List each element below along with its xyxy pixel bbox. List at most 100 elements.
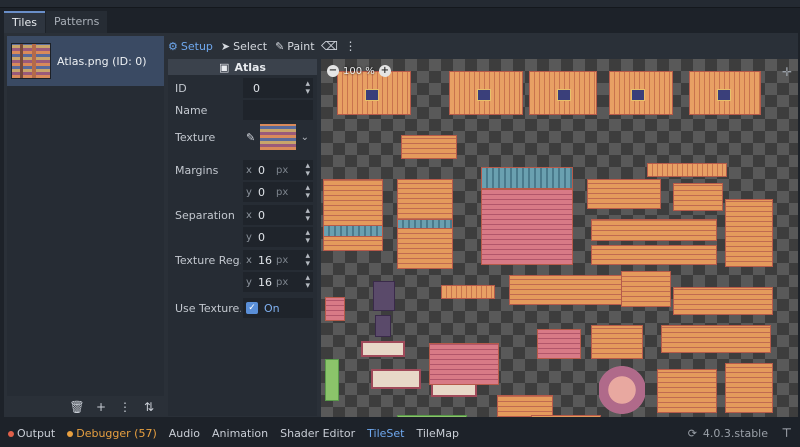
axis-y-label: y (246, 276, 252, 288)
tile[interactable] (587, 179, 661, 209)
axis-x-label: x (246, 164, 252, 176)
tile[interactable] (591, 245, 717, 265)
tile[interactable] (477, 89, 491, 101)
tile[interactable] (725, 363, 773, 413)
tile[interactable] (401, 135, 457, 159)
atlas-canvas[interactable]: − 100 % + ✛ (321, 59, 798, 417)
trash-icon[interactable]: 🗑 (69, 400, 84, 414)
zoom-level[interactable]: 100 % (343, 66, 375, 77)
tile[interactable] (717, 89, 731, 101)
editor-top-strip (0, 0, 800, 8)
chevron-down-icon[interactable]: ⌄ (301, 132, 309, 143)
tileset-mode-toolbar: ⚙ Setup ➤ Select ✎ Paint ⌫ ⋮ (168, 36, 357, 56)
setup-label: Setup (180, 39, 213, 53)
spinner-icon[interactable]: ▴ ▾ (305, 229, 310, 246)
setup-mode-button[interactable]: ⚙ Setup (168, 40, 213, 53)
tile[interactable] (397, 415, 467, 417)
id-field[interactable]: 0 ▴ ▾ (243, 78, 313, 98)
tile[interactable] (441, 285, 495, 299)
audio-label: Audio (168, 427, 201, 440)
zoom-out-button[interactable]: − (327, 65, 339, 77)
tile[interactable] (323, 225, 383, 237)
tile[interactable] (429, 343, 499, 385)
debugger-tab[interactable]: Debugger (57) (67, 427, 157, 440)
tile[interactable] (365, 89, 379, 101)
bottom-panel-bar: Output Debugger (57) Audio Animation Sha… (0, 420, 800, 447)
spinner-icon[interactable]: ▴ ▾ (305, 274, 310, 291)
tile[interactable] (531, 415, 601, 417)
tile[interactable] (481, 167, 573, 189)
use-texture-toggle[interactable]: ✓ On (243, 298, 313, 318)
unit-label: px (276, 276, 289, 288)
tile[interactable] (361, 341, 405, 357)
shader-editor-tab[interactable]: Shader Editor (280, 427, 355, 440)
spinner-icon[interactable]: ▴ ▾ (305, 252, 310, 269)
cube-icon: ▣ (219, 60, 230, 74)
texture-preview[interactable] (260, 124, 296, 150)
use-texture-value: On (264, 301, 280, 315)
region-x-field[interactable]: x 16 px ▴ ▾ (243, 250, 313, 270)
setup-icon: ⚙ (168, 39, 178, 53)
pin-panel-icon[interactable]: ⊤ (782, 426, 792, 440)
margins-y-field[interactable]: y 0 px ▴ ▾ (243, 182, 313, 202)
spinner-icon[interactable]: ▴ ▾ (305, 80, 310, 97)
tile[interactable] (325, 359, 339, 401)
animation-tab[interactable]: Animation (212, 427, 268, 440)
tile[interactable] (673, 287, 773, 315)
tile[interactable] (373, 281, 395, 311)
spinner-icon[interactable]: ▴ ▾ (305, 184, 310, 201)
separation-x-field[interactable]: x 0 ▴ ▾ (243, 205, 313, 225)
tileset-tab[interactable]: TileSet (367, 427, 404, 440)
separation-y-field[interactable]: y 0 ▴ ▾ (243, 227, 313, 247)
move-icon[interactable]: ✛ (782, 65, 792, 79)
tilemap-label: TileMap (416, 427, 459, 440)
tile[interactable] (557, 89, 571, 101)
tile[interactable] (673, 183, 723, 211)
select-mode-button[interactable]: ➤ Select (221, 40, 267, 53)
tile[interactable] (375, 315, 391, 337)
tile[interactable] (497, 395, 553, 417)
name-label: Name (175, 103, 208, 117)
atlas-list-item[interactable]: Atlas.png (ID: 0) (7, 36, 164, 86)
zoom-in-button[interactable]: + (378, 65, 391, 77)
inspector-title: Atlas (234, 60, 266, 74)
edit-icon[interactable]: ✎ (246, 131, 255, 144)
eraser-icon[interactable]: ⌫ (321, 39, 338, 53)
sort-icon[interactable]: ⇅ (142, 400, 156, 414)
axis-x-label: x (246, 254, 252, 266)
texture-region-label: Texture Reg... (175, 253, 241, 267)
tile[interactable] (661, 325, 771, 353)
tile[interactable] (591, 219, 717, 241)
inspector-header: ▣ Atlas (168, 59, 317, 75)
tile[interactable] (591, 325, 643, 359)
name-field[interactable] (243, 100, 313, 120)
margins-x-field[interactable]: x 0 px ▴ ▾ (243, 160, 313, 180)
tile[interactable] (725, 199, 773, 267)
tile[interactable] (599, 365, 645, 415)
tile[interactable] (537, 329, 581, 359)
tile[interactable] (431, 383, 477, 397)
paint-mode-button[interactable]: ✎ Paint (275, 40, 314, 53)
tile[interactable] (397, 219, 453, 229)
tile[interactable] (647, 163, 727, 177)
audio-tab[interactable]: Audio (169, 427, 200, 440)
checkbox-icon[interactable]: ✓ (246, 302, 258, 314)
tile[interactable] (325, 297, 345, 321)
tile[interactable] (481, 189, 573, 265)
output-tab[interactable]: Output (8, 427, 55, 440)
add-icon[interactable]: + (94, 400, 108, 414)
spinner-icon[interactable]: ▴ ▾ (305, 162, 310, 179)
spinner-icon[interactable]: ▴ ▾ (305, 207, 310, 224)
tile[interactable] (371, 369, 421, 389)
region-y-field[interactable]: y 16 px ▴ ▾ (243, 272, 313, 292)
tile[interactable] (657, 369, 717, 413)
tab-patterns[interactable]: Patterns (46, 11, 108, 33)
tile[interactable] (631, 89, 645, 101)
atlas-inspector: ▣ Atlas ID 0 ▴ ▾ Name Texture ✎ ⌄ Margins (168, 59, 317, 416)
more-vertical-icon[interactable]: ⋮ (345, 39, 357, 53)
tab-tiles[interactable]: Tiles (4, 11, 45, 33)
tile[interactable] (323, 179, 383, 251)
more-vertical-icon[interactable]: ⋮ (118, 400, 132, 414)
tilemap-tab[interactable]: TileMap (416, 427, 458, 440)
tile[interactable] (621, 271, 671, 307)
